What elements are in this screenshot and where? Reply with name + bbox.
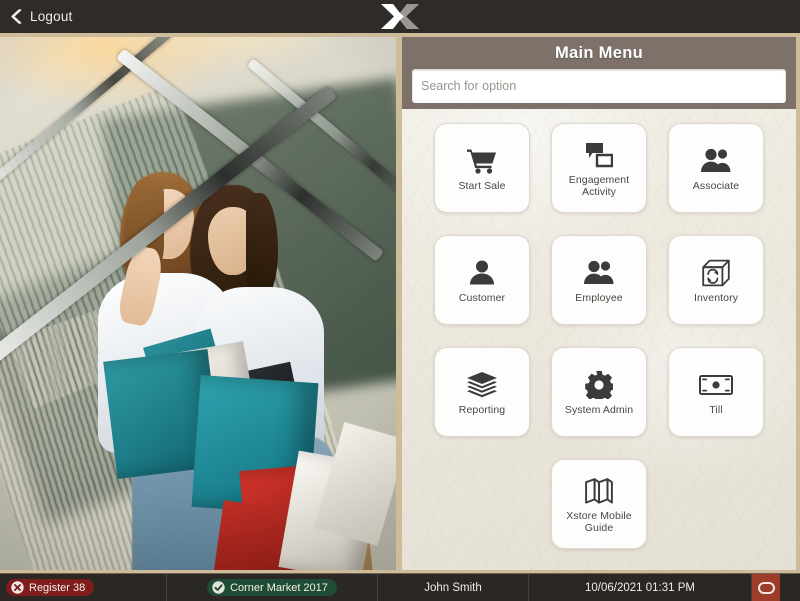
- menu-tile-xstore-mobile-guide[interactable]: Xstore Mobile Guide: [551, 459, 647, 549]
- status-badge-register[interactable]: Register 38: [6, 579, 95, 596]
- menu-tile-start-sale[interactable]: Start Sale: [434, 123, 530, 213]
- xstore-logo-icon: [378, 1, 422, 32]
- speech-bubbles-icon: [585, 138, 613, 172]
- status-register-cell: Register 38: [0, 574, 166, 601]
- status-connection-indicator[interactable]: [752, 574, 780, 601]
- menu-tile-engagement-activity[interactable]: Engagement Activity: [551, 123, 647, 213]
- error-circle-x-icon: [11, 581, 24, 594]
- status-user-cell: John Smith: [378, 574, 528, 601]
- menu-tile-label: Reporting: [458, 403, 506, 416]
- status-datetime-label: 10/06/2021 01:31 PM: [585, 581, 695, 594]
- stacked-layers-icon: [467, 368, 497, 402]
- status-store-cell: Corner Market 2017: [167, 574, 377, 601]
- menu-tile-label: Start Sale: [458, 179, 506, 192]
- map-icon: [585, 474, 613, 508]
- menu-tile-inventory[interactable]: Inventory: [668, 235, 764, 325]
- banknote-icon: [699, 368, 733, 402]
- menu-tile-label: Engagement Activity: [568, 173, 630, 199]
- menu-tile-reporting[interactable]: Reporting: [434, 347, 530, 437]
- menu-tile-label: Till: [709, 403, 723, 416]
- application-window: Logout Main Menu Search for option Start…: [0, 0, 800, 601]
- main-menu-header: Main Menu: [402, 37, 796, 109]
- gear-icon: [585, 368, 613, 402]
- promo-image-panel: [0, 37, 396, 570]
- check-circle-icon: [212, 581, 225, 594]
- menu-tile-row-4: Xstore Mobile Guide: [434, 459, 764, 549]
- menu-tile-customer[interactable]: Customer: [434, 235, 530, 325]
- logout-label: Logout: [30, 9, 73, 24]
- two-people-icon: [584, 256, 614, 290]
- person-icon: [470, 256, 494, 290]
- box-refresh-icon: [702, 256, 730, 290]
- status-datetime-cell: 10/06/2021 01:31 PM: [529, 574, 751, 601]
- content-area: Main Menu Start Sale: [0, 33, 800, 574]
- search-wrapper: [412, 69, 786, 103]
- status-badge-store[interactable]: Corner Market 2017: [207, 579, 337, 596]
- menu-tile-label: Employee: [575, 291, 623, 304]
- menu-tile-till[interactable]: Till: [668, 347, 764, 437]
- promo-photo: [0, 37, 396, 570]
- status-store-label: Corner Market 2017: [230, 581, 328, 594]
- oval-indicator-icon: [757, 581, 775, 594]
- chevron-left-icon: [10, 9, 23, 24]
- main-menu-panel: Main Menu Start Sale: [402, 37, 796, 570]
- menu-tile-label: Associate: [692, 179, 740, 192]
- search-input[interactable]: [412, 69, 786, 103]
- page-title: Main Menu: [555, 44, 643, 62]
- menu-tile-label: Xstore Mobile Guide: [566, 509, 632, 535]
- menu-tile-system-admin[interactable]: System Admin: [551, 347, 647, 437]
- two-people-icon: [701, 144, 731, 178]
- menu-tile-label: Inventory: [693, 291, 739, 304]
- status-user-label: John Smith: [424, 581, 482, 594]
- top-bar: Logout: [0, 0, 800, 34]
- menu-tile-label: System Admin: [564, 403, 634, 416]
- shopping-cart-icon: [467, 144, 497, 178]
- logout-button[interactable]: Logout: [0, 0, 85, 33]
- menu-tile-employee[interactable]: Employee: [551, 235, 647, 325]
- menu-tile-grid: Start Sale Engagement Activity Associate…: [434, 109, 764, 549]
- status-bar: Register 38 Corner Market 2017 John Smit…: [0, 573, 800, 601]
- menu-tile-associate[interactable]: Associate: [668, 123, 764, 213]
- status-register-label: Register 38: [29, 581, 86, 594]
- menu-tile-label: Customer: [458, 291, 506, 304]
